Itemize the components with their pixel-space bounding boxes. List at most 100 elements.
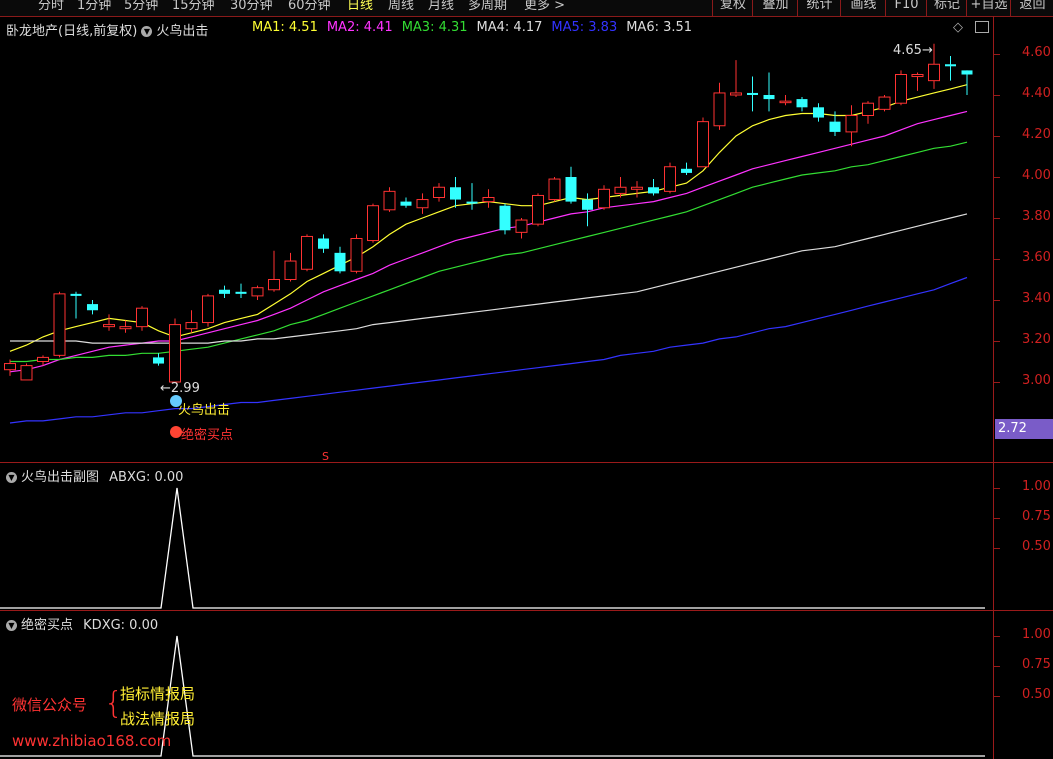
y-tick-label: 0.75 — [1022, 657, 1051, 672]
wechat-label: 微信公众号 — [12, 696, 88, 714]
candle — [631, 181, 643, 198]
y-tick — [994, 696, 1000, 697]
candle — [911, 72, 924, 91]
candle — [862, 101, 874, 124]
y-tick — [994, 300, 1000, 301]
candle — [350, 234, 363, 274]
candle — [779, 95, 792, 106]
y-tick — [994, 636, 1000, 637]
y-tick-label: 3.00 — [1022, 373, 1051, 388]
y-tick-label: 3.40 — [1022, 291, 1051, 306]
y-tick — [994, 136, 1000, 137]
candle — [598, 185, 610, 210]
y-tick-label: 4.60 — [1022, 45, 1051, 60]
y-tick — [994, 341, 1000, 342]
candle — [945, 56, 956, 81]
candle — [367, 203, 379, 243]
candle — [153, 353, 164, 366]
y-tick-label: 3.20 — [1022, 332, 1051, 347]
candle — [499, 203, 511, 235]
tab-10[interactable]: 更多 > — [524, 0, 565, 13]
candle — [664, 162, 676, 194]
toolbar-button-6[interactable]: +自选 — [966, 0, 1011, 16]
tab-8[interactable]: 月线 — [428, 0, 454, 13]
watermark-url: www.zhibiao168.com — [12, 732, 172, 750]
y-tick — [994, 259, 1000, 260]
candle — [796, 97, 808, 112]
candle — [433, 183, 445, 202]
ma-line-MA2 — [9, 110, 968, 373]
high-note: 4.65→ — [893, 43, 933, 58]
y-tick — [994, 488, 1000, 489]
y-tick — [994, 666, 1000, 667]
indicator-line — [0, 487, 985, 609]
low-note: ←2.99 — [160, 381, 200, 396]
candle — [450, 177, 461, 208]
last-price-tag: 2.72 — [995, 419, 1053, 439]
candle — [482, 189, 495, 208]
candle — [466, 183, 478, 210]
y-tick-label: 0.50 — [1022, 539, 1051, 554]
sub1-chart — [0, 487, 985, 609]
ma-line-MA4 — [10, 213, 968, 344]
candle — [730, 60, 742, 98]
candle — [961, 70, 973, 95]
candle — [318, 234, 329, 253]
toolbar-button-7[interactable]: 返回 — [1010, 0, 1053, 16]
candle — [416, 193, 429, 214]
main-chart: 4.65→ ←2.99 火鸟出击绝密买点 S — [4, 43, 973, 461]
toolbar-button-5[interactable]: 标记 — [926, 0, 967, 16]
candle — [383, 187, 396, 212]
candle — [251, 285, 264, 300]
toolbar-button-3[interactable]: 画线 — [840, 0, 886, 16]
y-tick — [994, 95, 1000, 96]
y-tick-label: 4.20 — [1022, 127, 1051, 142]
candle — [648, 179, 659, 196]
candle — [334, 246, 346, 274]
y-tick-label: 4.40 — [1022, 86, 1051, 101]
toolbar-button-0[interactable]: 复权 — [712, 0, 753, 16]
candle — [813, 103, 824, 122]
signal-buy-label: 绝密买点 — [181, 427, 233, 443]
axis-divider — [993, 16, 994, 759]
candle — [268, 250, 280, 292]
candle — [87, 300, 98, 315]
tab-0[interactable]: 分时 — [38, 0, 64, 13]
y-tick-label: 3.60 — [1022, 250, 1051, 265]
tab-1[interactable]: 1分钟 — [77, 0, 111, 13]
candle — [763, 72, 775, 112]
tab-3[interactable]: 15分钟 — [172, 0, 215, 13]
candle — [119, 320, 132, 333]
toolbar-button-1[interactable]: 叠加 — [752, 0, 798, 16]
y-tick — [994, 548, 1000, 549]
candle — [70, 291, 82, 319]
candle — [219, 285, 230, 298]
candle — [681, 162, 692, 175]
signal-fire-label: 火鸟出击 — [178, 402, 230, 418]
tab-5[interactable]: 60分钟 — [288, 0, 331, 13]
toolbar-button-4[interactable]: F10 — [885, 0, 927, 16]
tab-6[interactable]: 日线 — [347, 0, 373, 13]
candle — [895, 70, 907, 106]
toolbar-button-2[interactable]: 统计 — [797, 0, 841, 16]
candle — [697, 117, 709, 168]
y-tick-label: 0.75 — [1022, 509, 1051, 524]
y-tick-label: 3.80 — [1022, 209, 1051, 224]
candle — [878, 95, 891, 112]
candle — [400, 197, 412, 208]
watermark-line1: 指标情报局 — [120, 685, 196, 703]
candle — [565, 166, 577, 204]
candle — [845, 105, 858, 147]
y-tick — [994, 218, 1000, 219]
tab-2[interactable]: 5分钟 — [124, 0, 158, 13]
y-tick-label: 4.00 — [1022, 168, 1051, 183]
tab-4[interactable]: 30分钟 — [230, 0, 273, 13]
candle — [582, 193, 593, 227]
y-tick — [994, 518, 1000, 519]
tab-7[interactable]: 周线 — [388, 0, 414, 13]
s-marker: S — [322, 450, 329, 461]
candle — [202, 293, 214, 327]
candle — [20, 363, 33, 381]
tab-9[interactable]: 多周期 — [468, 0, 507, 13]
candle — [747, 76, 758, 112]
